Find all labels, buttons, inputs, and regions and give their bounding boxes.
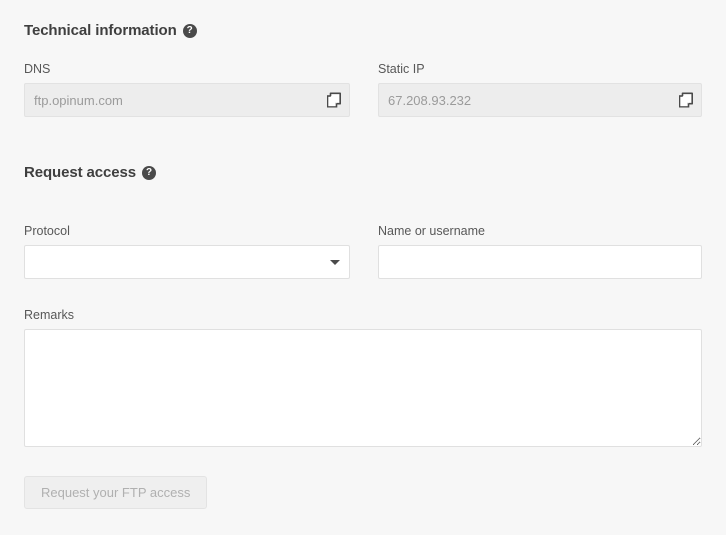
name-or-username-field: Name or username [378,224,702,279]
protocol-label: Protocol [24,224,350,238]
remarks-textarea[interactable] [24,329,702,447]
ftp-access-panel: Technical information ? DNS Static IP [0,0,726,535]
dns-input-wrap [24,83,350,117]
dns-input[interactable] [24,83,350,117]
static-ip-input[interactable] [378,83,702,117]
static-ip-field: Static IP [378,62,702,117]
dns-label: DNS [24,62,350,76]
request-access-heading: Request access ? [24,164,156,181]
request-access-title: Request access [24,164,136,181]
static-ip-input-wrap [378,83,702,117]
technical-information-title: Technical information [24,22,177,39]
protocol-select[interactable] [24,245,350,279]
remarks-field: Remarks [24,308,702,447]
protocol-select-wrap [24,245,350,279]
copy-icon[interactable] [327,93,341,108]
name-or-username-label: Name or username [378,224,702,238]
question-mark-circle-icon[interactable]: ? [183,24,197,38]
remarks-label: Remarks [24,308,702,322]
request-ftp-access-button[interactable]: Request your FTP access [24,476,207,509]
name-or-username-input[interactable] [378,245,702,279]
copy-icon[interactable] [679,93,693,108]
dns-field: DNS [24,62,350,117]
protocol-field: Protocol [24,224,350,279]
question-mark-circle-icon[interactable]: ? [142,166,156,180]
static-ip-label: Static IP [378,62,702,76]
technical-information-heading: Technical information ? [24,22,197,39]
name-or-username-input-wrap [378,245,702,279]
